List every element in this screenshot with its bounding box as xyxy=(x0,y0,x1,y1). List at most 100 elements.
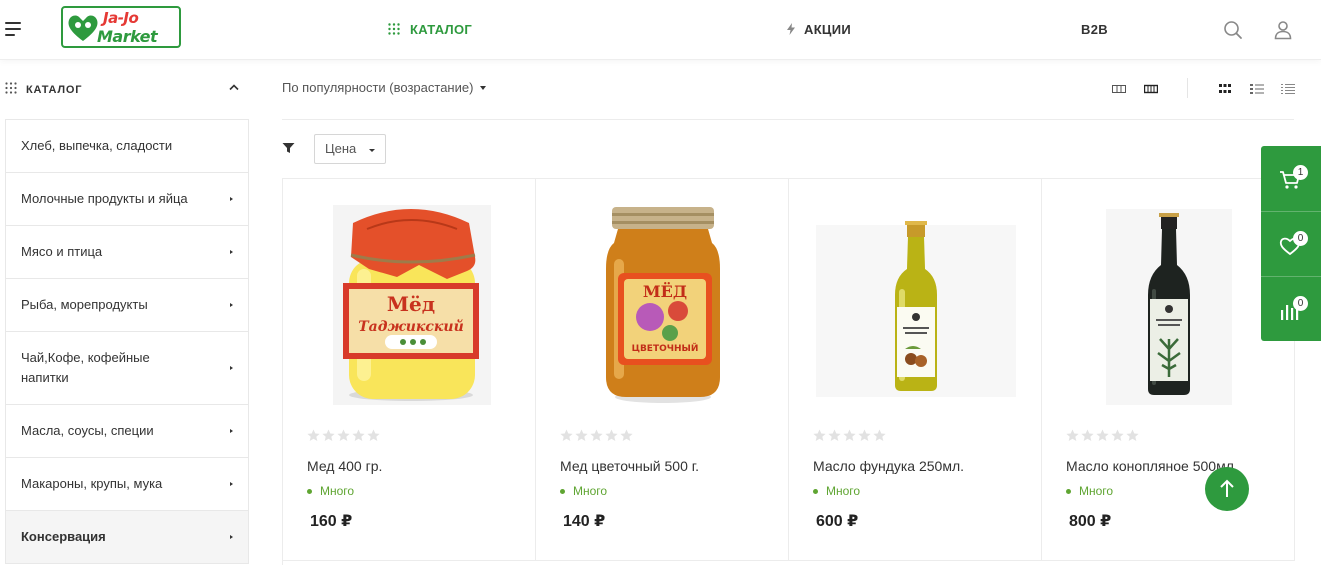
grid-three-columns-icon[interactable] xyxy=(1112,83,1126,95)
sidebar-item-meat[interactable]: Мясо и птица xyxy=(6,226,248,279)
star-icon xyxy=(322,429,335,441)
view-divider xyxy=(1187,78,1188,98)
stock-label: Много xyxy=(320,484,355,498)
product-price: 160 ₽ xyxy=(310,513,353,530)
stock-label: Много xyxy=(1079,484,1114,498)
sidebar-title: КАТАЛОГ xyxy=(26,84,83,96)
product-name-link[interactable]: Масло фундука 250мл. xyxy=(813,458,964,474)
grid-four-columns-icon[interactable] xyxy=(1144,83,1158,95)
compare-button[interactable]: 0 xyxy=(1261,276,1321,340)
star-icon xyxy=(843,429,856,441)
stock-dot-icon xyxy=(1066,488,1071,494)
sidebar-item-label: Чай,Кофе, кофейные напитки xyxy=(21,350,150,385)
product-image[interactable] xyxy=(813,199,1019,409)
sidebar-item-bread[interactable]: Хлеб, выпечка, сладости xyxy=(6,120,248,173)
stock-status: Много xyxy=(1066,484,1113,498)
user-profile-icon[interactable] xyxy=(1272,19,1294,41)
star-icon xyxy=(560,429,573,441)
compare-count-badge: 0 xyxy=(1293,296,1308,311)
star-icon xyxy=(873,429,886,441)
product-image[interactable]: МЁД ЦВЕТОЧНЫЙ xyxy=(560,199,766,409)
product-image[interactable] xyxy=(1066,199,1272,409)
sidebar-catalog-toggle[interactable]: КАТАЛОГ xyxy=(5,80,245,100)
logo-text-bottom: Market xyxy=(97,27,158,46)
stock-label: Много xyxy=(826,484,861,498)
price-filter-label: Цена xyxy=(325,141,357,156)
stock-dot-icon xyxy=(560,488,565,494)
product-name-link[interactable]: Мед цветочный 500 г. xyxy=(560,458,699,474)
stock-dot-icon xyxy=(813,488,818,494)
sidebar-item-label: Мясо и птица xyxy=(21,244,103,259)
grid-dots-icon xyxy=(5,82,17,94)
nav-catalog-label: КАТАЛОГ xyxy=(410,22,473,37)
nav-promotions[interactable]: АКЦИИ xyxy=(786,22,851,37)
sidebar-item-oils-sauces[interactable]: Масла, соусы, специи xyxy=(6,405,248,458)
wishlist-button[interactable]: 0 xyxy=(1261,211,1321,275)
sort-dropdown[interactable]: По популярности (возрастание) xyxy=(282,80,487,95)
cart-button[interactable]: 1 xyxy=(1261,146,1321,210)
tile-view-icon[interactable] xyxy=(1218,83,1232,95)
star-icon xyxy=(590,429,603,441)
sidebar-item-dairy[interactable]: Молочные продукты и яйца xyxy=(6,173,248,226)
product-grid: Мёд Таджикский Мед 400 гр. Много 160 ₽ М… xyxy=(282,178,1295,565)
price-filter-button[interactable]: Цена xyxy=(314,134,386,164)
cart-count-badge: 1 xyxy=(1293,165,1308,180)
caret-down-icon xyxy=(480,86,487,90)
caret-right-icon xyxy=(230,197,233,201)
star-icon xyxy=(337,429,350,441)
scroll-to-top-button[interactable] xyxy=(1205,467,1249,511)
caret-right-icon xyxy=(230,250,233,254)
stock-status: Много xyxy=(813,484,860,498)
stock-status: Много xyxy=(560,484,607,498)
compact-list-view-icon[interactable] xyxy=(1281,83,1295,95)
sidebar-item-canned[interactable]: Консервация xyxy=(6,511,248,564)
rating-stars[interactable] xyxy=(307,429,382,443)
rating-stars[interactable] xyxy=(813,429,888,443)
caret-right-icon xyxy=(230,429,233,433)
sidebar-item-label: Макароны, крупы, мука xyxy=(21,476,163,491)
sidebar-item-label: Масла, соусы, специи xyxy=(21,423,154,438)
star-icon xyxy=(575,429,588,441)
filter-funnel-icon[interactable] xyxy=(282,142,295,154)
star-icon xyxy=(1066,429,1079,441)
product-name-link[interactable]: Мед 400 гр. xyxy=(307,458,382,474)
product-label-text: Мёд xyxy=(387,292,435,316)
rating-stars[interactable] xyxy=(1066,429,1141,443)
sidebar-item-pasta-grains[interactable]: Макароны, крупы, мука xyxy=(6,458,248,511)
rating-stars[interactable] xyxy=(560,429,635,443)
stock-label: Много xyxy=(573,484,608,498)
nav-b2b[interactable]: B2B xyxy=(1081,22,1108,37)
logo-text-top: Ja-Jo xyxy=(103,9,139,27)
sidebar-item-fish[interactable]: Рыба, морепродукты xyxy=(6,279,248,332)
chevron-up-icon xyxy=(229,84,239,91)
sidebar-item-tea-coffee[interactable]: Чай,Кофе, кофейные напитки xyxy=(6,332,248,405)
product-image[interactable]: Мёд Таджикский xyxy=(307,199,513,409)
star-icon xyxy=(620,429,633,441)
search-icon[interactable] xyxy=(1222,19,1244,41)
caret-right-icon xyxy=(230,303,233,307)
product-card[interactable]: Масло фундука 250мл. Много 600 ₽ xyxy=(789,179,1042,561)
product-price: 800 ₽ xyxy=(1069,513,1112,530)
product-label-text: МЁД xyxy=(643,281,687,301)
sort-label: По популярности (возрастание) xyxy=(282,80,474,95)
product-card[interactable]: Мёд Таджикский Мед 400 гр. Много 160 ₽ xyxy=(283,179,536,561)
menu-burger-icon[interactable] xyxy=(5,22,22,36)
logo[interactable]: Ja-Jo Market xyxy=(61,6,181,48)
star-icon xyxy=(605,429,618,441)
product-card[interactable]: Масло конопляное 500мл. Много 800 ₽ xyxy=(1042,179,1295,561)
sidebar-item-label: Консервация xyxy=(21,529,106,544)
product-label-text: ЦВЕТОЧНЫЙ xyxy=(632,342,699,354)
grid-dots-icon xyxy=(388,23,400,35)
sidebar-item-label: Молочные продукты и яйца xyxy=(21,191,188,206)
star-icon xyxy=(1096,429,1109,441)
nav-catalog[interactable]: КАТАЛОГ xyxy=(388,22,472,37)
lightning-icon xyxy=(787,23,795,35)
star-icon xyxy=(1081,429,1094,441)
caret-right-icon xyxy=(230,482,233,486)
nav-promotions-label: АКЦИИ xyxy=(804,22,852,37)
stock-status: Много xyxy=(307,484,354,498)
product-card[interactable]: МЁД ЦВЕТОЧНЫЙ Мед цветочный 500 г. Много… xyxy=(536,179,789,561)
arrow-up-icon xyxy=(1220,479,1234,497)
list-view-icon[interactable] xyxy=(1250,83,1264,95)
caret-down-icon xyxy=(369,149,375,152)
